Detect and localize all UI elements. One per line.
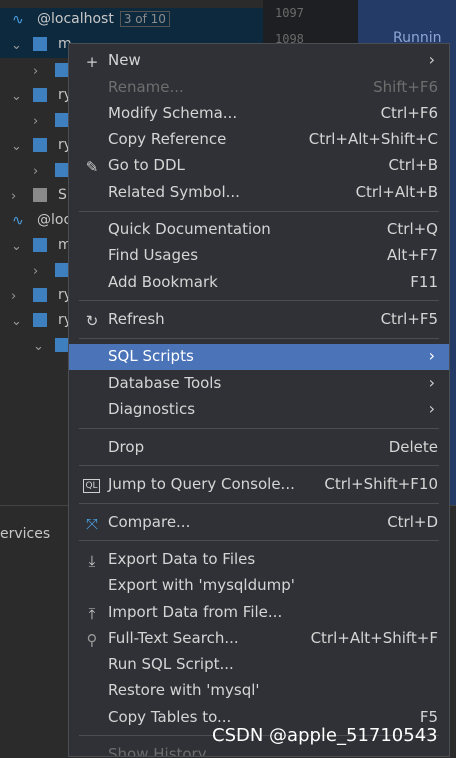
menu-item-go-to-ddl[interactable]: ✎ Go to DDL Ctrl+B (69, 153, 449, 179)
menu-item-database-tools[interactable]: Database Tools › (69, 371, 449, 397)
menu-item-jump-to-query-console[interactable]: QL Jump to Query Console... Ctrl+Shift+F… (69, 472, 449, 498)
menu-item-sql-scripts[interactable]: SQL Scripts › (69, 344, 449, 370)
plus-icon: + (85, 53, 99, 71)
chevron-down-icon[interactable]: ⌄ (11, 314, 22, 329)
menu-separator (79, 338, 439, 339)
menu-item-run-sql-script[interactable]: Run SQL Script... (69, 652, 449, 678)
menu-separator (79, 465, 439, 466)
menu-item-full-text-search[interactable]: ⚲ Full-Text Search... Ctrl+Alt+Shift+F (69, 626, 449, 652)
context-menu: + New › Rename... Shift+F6 Modify Schema… (68, 43, 450, 757)
menu-separator (79, 428, 439, 429)
refresh-icon: ↻ (85, 312, 99, 330)
schema-icon (33, 313, 47, 327)
menu-item-rename[interactable]: Rename... Shift+F6 (69, 75, 449, 101)
schema-icon (33, 88, 47, 102)
menu-separator (79, 503, 439, 504)
tree-label: S (58, 187, 67, 203)
menu-separator (79, 540, 439, 541)
menu-item-quick-documentation[interactable]: Quick Documentation Ctrl+Q (69, 217, 449, 243)
search-icon: ⚲ (86, 631, 98, 649)
count-badge: 3 of 10 (119, 11, 170, 27)
folder-icon (55, 263, 69, 277)
tree-label: @localhost (37, 11, 114, 27)
tree-label: @loc (37, 212, 72, 228)
folder-icon (55, 63, 69, 77)
schema-icon (33, 238, 47, 252)
chevron-down-icon[interactable]: ⌄ (11, 38, 22, 53)
chevron-right-icon[interactable]: › (33, 164, 38, 179)
menu-item-refresh[interactable]: ↻ Refresh Ctrl+F5 (69, 307, 449, 333)
menu-item-export-mysqldump[interactable]: Export with 'mysqldump' (69, 573, 449, 599)
compare-icon: ⤧ (85, 515, 98, 533)
schema-icon (33, 138, 47, 152)
chevron-down-icon[interactable]: ⌄ (33, 339, 44, 354)
menu-item-restore-mysql[interactable]: Restore with 'mysql' (69, 678, 449, 704)
folder-icon (55, 163, 69, 177)
server-objects-icon (33, 188, 47, 202)
chevron-down-icon[interactable]: ⌄ (11, 139, 22, 154)
menu-item-add-bookmark[interactable]: Add Bookmark F11 (69, 270, 449, 296)
console-icon: QL (83, 479, 100, 493)
folder-icon (55, 338, 69, 352)
export-icon: ⤓ (88, 552, 96, 570)
import-icon: ⤒ (88, 605, 96, 623)
watermark: CSDN @apple_51710543 (212, 725, 438, 746)
menu-item-find-usages[interactable]: Find Usages Alt+F7 (69, 243, 449, 269)
chevron-right-icon: › (428, 346, 435, 365)
menu-item-compare[interactable]: ⤧ Compare... Ctrl+D (69, 510, 449, 536)
menu-item-modify-schema[interactable]: Modify Schema... Ctrl+F6 (69, 101, 449, 127)
mysql-icon: ∿ (12, 12, 24, 28)
menu-item-drop[interactable]: Drop Delete (69, 435, 449, 461)
line-number: 1097 (275, 6, 304, 20)
chevron-right-icon[interactable]: › (11, 189, 16, 204)
mysql-icon: ∿ (12, 213, 24, 229)
chevron-right-icon[interactable]: › (11, 289, 16, 304)
menu-item-new[interactable]: + New › (69, 48, 449, 74)
chevron-right-icon[interactable]: › (33, 114, 38, 129)
schema-icon (33, 288, 47, 302)
chevron-right-icon: › (428, 50, 435, 69)
schema-icon (33, 37, 47, 51)
pencil-icon: ✎ (85, 158, 99, 176)
menu-item-diagnostics[interactable]: Diagnostics › (69, 397, 449, 423)
menu-separator (79, 300, 439, 301)
chevron-down-icon[interactable]: ⌄ (11, 239, 22, 254)
menu-item-related-symbol[interactable]: Related Symbol... Ctrl+Alt+B (69, 180, 449, 206)
chevron-right-icon: › (428, 373, 435, 392)
chevron-right-icon[interactable]: › (33, 64, 38, 79)
services-title: ervices (0, 526, 51, 542)
menu-separator (79, 211, 439, 212)
chevron-down-icon[interactable]: ⌄ (11, 89, 22, 104)
menu-item-import-data[interactable]: ⤒ Import Data from File... (69, 600, 449, 626)
menu-item-export-data-to-files[interactable]: ⤓ Export Data to Files (69, 547, 449, 573)
chevron-right-icon[interactable]: › (33, 264, 38, 279)
chevron-right-icon: › (428, 399, 435, 418)
tree-row-localhost[interactable]: ∿ @localhost 3 of 10 (0, 8, 263, 33)
menu-item-copy-reference[interactable]: Copy Reference Ctrl+Alt+Shift+C (69, 127, 449, 153)
folder-icon (55, 113, 69, 127)
